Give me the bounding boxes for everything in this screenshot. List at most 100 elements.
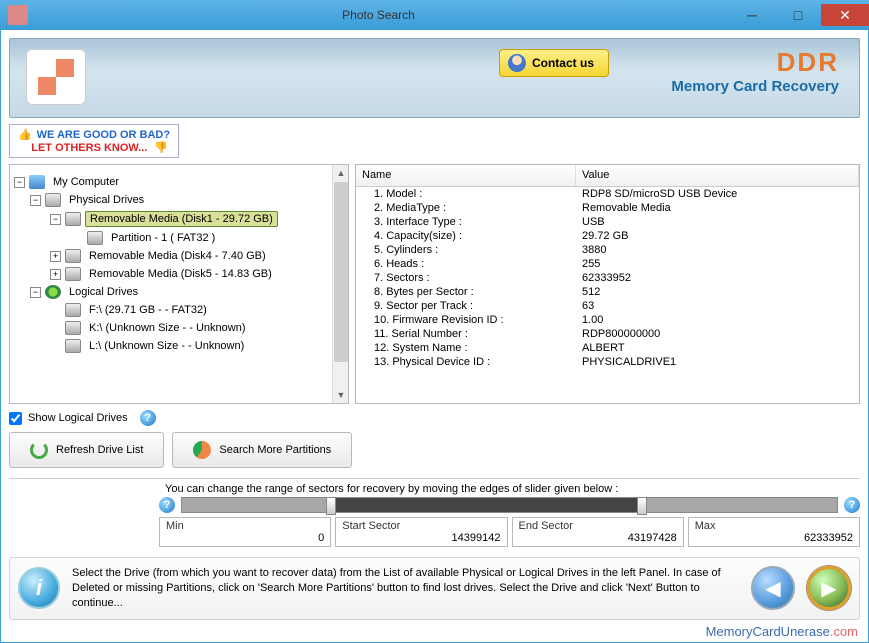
slider-handle-left[interactable] — [326, 497, 336, 515]
table-row[interactable]: 5. Cylinders :3880 — [356, 243, 859, 257]
checkbox-input[interactable] — [9, 412, 22, 425]
table-row[interactable]: 13. Physical Device ID :PHYSICALDRIVE1 — [356, 355, 859, 369]
property-name: 4. Capacity(size) : — [356, 230, 576, 242]
property-value: 63 — [576, 300, 859, 312]
property-name: 8. Bytes per Sector : — [356, 286, 576, 298]
scroll-thumb[interactable] — [334, 182, 348, 362]
table-row[interactable]: 1. Model :RDP8 SD/microSD USB Device — [356, 187, 859, 201]
drive-icon — [65, 321, 81, 335]
property-value: 29.72 GB — [576, 230, 859, 242]
tree-node-drive-f[interactable]: F:\ (29.71 GB - - FAT32) — [50, 301, 344, 319]
drive-icon — [45, 193, 61, 207]
table-row[interactable]: 10. Firmware Revision ID :1.00 — [356, 313, 859, 327]
tree-node-removable-disk5[interactable]: +Removable Media (Disk5 - 14.83 GB) — [50, 265, 344, 283]
property-value: 3880 — [576, 244, 859, 256]
table-row[interactable]: 8. Bytes per Sector :512 — [356, 285, 859, 299]
expand-icon[interactable]: + — [50, 269, 61, 280]
drive-tree-panel: −My Computer −Physical Drives −Removable… — [9, 164, 349, 404]
person-icon — [508, 54, 526, 72]
search-more-partitions-button[interactable]: Search More Partitions — [172, 432, 352, 468]
tree-node-physical-drives[interactable]: −Physical Drives — [30, 191, 344, 209]
expand-icon[interactable]: + — [50, 251, 61, 262]
show-logical-drives-checkbox[interactable]: Show Logical Drives — [9, 412, 128, 425]
drive-icon — [65, 212, 81, 226]
refresh-drive-list-button[interactable]: Refresh Drive List — [9, 432, 164, 468]
table-row[interactable]: 7. Sectors :62333952 — [356, 271, 859, 285]
property-value: 62333952 — [576, 272, 859, 284]
banner: Contact us DDR Memory Card Recovery — [9, 38, 860, 118]
contact-label: Contact us — [532, 56, 594, 70]
app-logo — [26, 49, 86, 105]
table-row[interactable]: 6. Heads :255 — [356, 257, 859, 271]
property-name: 7. Sectors : — [356, 272, 576, 284]
property-value: Removable Media — [576, 202, 859, 214]
table-row[interactable]: 12. System Name :ALBERT — [356, 341, 859, 355]
brand-name: DDR — [671, 47, 839, 78]
divider — [9, 478, 860, 479]
end-sector-field: End Sector43197428 — [512, 517, 684, 547]
maximize-button[interactable] — [775, 4, 821, 26]
checkbox-label: Show Logical Drives — [28, 412, 128, 424]
website-link[interactable]: MemoryCardUnerase.com — [9, 620, 860, 639]
property-value: 1.00 — [576, 314, 859, 326]
collapse-icon[interactable]: − — [14, 177, 25, 188]
table-row[interactable]: 3. Interface Type :USB — [356, 215, 859, 229]
slider-handle-right[interactable] — [637, 497, 647, 515]
next-button[interactable]: ▶ — [807, 566, 851, 610]
tree-scrollbar[interactable]: ▲ ▼ — [332, 165, 348, 403]
property-name: 5. Cylinders : — [356, 244, 576, 256]
table-row[interactable]: 11. Serial Number :RDP800000000 — [356, 327, 859, 341]
min-field: Min0 — [159, 517, 331, 547]
brand-subtitle: Memory Card Recovery — [671, 78, 839, 95]
refresh-icon — [30, 441, 48, 459]
pie-chart-icon — [193, 441, 211, 459]
feedback-button[interactable]: 👍 WE ARE GOOD OR BAD? LET OTHERS KNOW...… — [9, 124, 179, 158]
property-name: 13. Physical Device ID : — [356, 356, 576, 368]
collapse-icon[interactable]: − — [30, 195, 41, 206]
help-icon[interactable]: ? — [844, 497, 860, 513]
column-header-name[interactable]: Name — [356, 165, 576, 186]
scroll-down-icon[interactable]: ▼ — [333, 387, 349, 403]
property-value: 512 — [576, 286, 859, 298]
close-button[interactable] — [821, 4, 869, 26]
table-row[interactable]: 9. Sector per Track :63 — [356, 299, 859, 313]
scroll-up-icon[interactable]: ▲ — [333, 165, 349, 181]
search-more-label: Search More Partitions — [219, 444, 331, 456]
window-title: Photo Search — [28, 8, 729, 22]
tree-node-drive-l[interactable]: L:\ (Unknown Size - - Unknown) — [50, 337, 344, 355]
property-value: 255 — [576, 258, 859, 270]
thumbs-down-icon: 👎 — [154, 141, 166, 153]
drive-icon — [65, 267, 81, 281]
drive-details-table: Name Value 1. Model :RDP8 SD/microSD USB… — [355, 164, 860, 404]
table-row[interactable]: 2. MediaType :Removable Media — [356, 201, 859, 215]
brand: DDR Memory Card Recovery — [671, 47, 839, 95]
computer-icon — [29, 175, 45, 189]
max-field: Max62333952 — [688, 517, 860, 547]
sector-range-slider[interactable] — [181, 497, 838, 513]
property-name: 11. Serial Number : — [356, 328, 576, 340]
titlebar: Photo Search — [0, 0, 869, 30]
back-button[interactable]: ◀ — [751, 566, 795, 610]
minimize-button[interactable] — [729, 4, 775, 26]
tree-node-drive-k[interactable]: K:\ (Unknown Size - - Unknown) — [50, 319, 344, 337]
tree-node-my-computer[interactable]: −My Computer — [14, 173, 344, 191]
column-header-value[interactable]: Value — [576, 165, 859, 186]
refresh-label: Refresh Drive List — [56, 444, 143, 456]
table-row[interactable]: 4. Capacity(size) :29.72 GB — [356, 229, 859, 243]
contact-us-button[interactable]: Contact us — [499, 49, 609, 77]
tree-node-partition1[interactable]: Partition - 1 ( FAT32 ) — [72, 229, 344, 247]
property-name: 10. Firmware Revision ID : — [356, 314, 576, 326]
tree-node-logical-drives[interactable]: −Logical Drives — [30, 283, 344, 301]
drive-icon — [65, 303, 81, 317]
help-icon[interactable]: ? — [159, 497, 175, 513]
tree-node-removable-disk4[interactable]: +Removable Media (Disk4 - 7.40 GB) — [50, 247, 344, 265]
help-icon[interactable]: ? — [140, 410, 156, 426]
tree-node-removable-disk1[interactable]: −Removable Media (Disk1 - 29.72 GB) — [50, 209, 344, 229]
start-sector-field: Start Sector14399142 — [335, 517, 507, 547]
property-name: 6. Heads : — [356, 258, 576, 270]
footer-instruction: Select the Drive (from which you want to… — [72, 566, 739, 611]
collapse-icon[interactable]: − — [30, 287, 41, 298]
property-value: ALBERT — [576, 342, 859, 354]
collapse-icon[interactable]: − — [50, 214, 61, 225]
feedback-line2: LET OTHERS KNOW... — [31, 142, 147, 154]
